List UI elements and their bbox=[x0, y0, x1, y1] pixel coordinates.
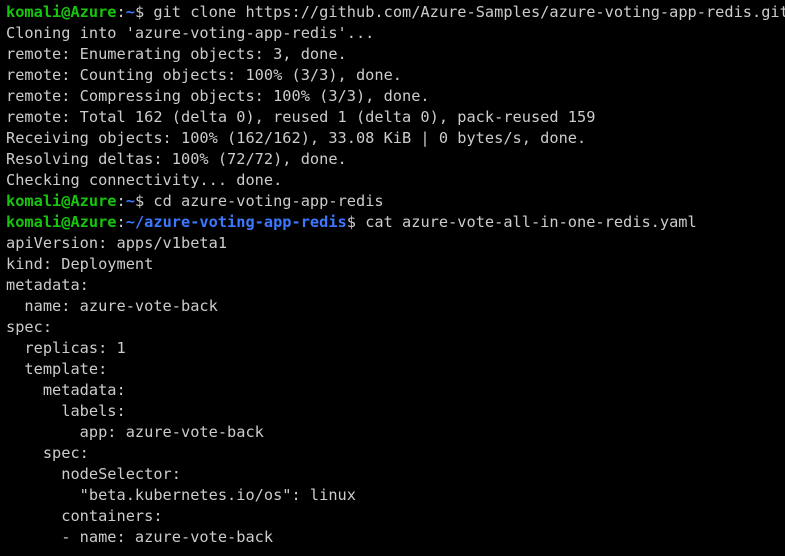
prompt-user-host: komali@Azure bbox=[6, 213, 117, 231]
prompt-user-host: komali@Azure bbox=[6, 3, 117, 21]
output-line: apiVersion: apps/v1beta1 bbox=[6, 233, 779, 254]
output-line: Checking connectivity... done. bbox=[6, 170, 779, 191]
output-line: remote: Compressing objects: 100% (3/3),… bbox=[6, 86, 779, 107]
output-line: Receiving objects: 100% (162/162), 33.08… bbox=[6, 128, 779, 149]
prompt-path: ~/azure-voting-app-redis bbox=[125, 213, 347, 231]
prompt-dollar: $ bbox=[134, 3, 154, 21]
terminal-window[interactable]: ' komali@Azure:~$ git clone https://gith… bbox=[0, 0, 785, 556]
output-line: Cloning into 'azure-voting-app-redis'... bbox=[6, 23, 779, 44]
output-line: nodeSelector: bbox=[6, 464, 779, 485]
output-text: remote: Counting objects: 100% (3/3), do… bbox=[6, 66, 403, 84]
output-text: kind: Deployment bbox=[6, 255, 154, 273]
output-line: app: azure-vote-back bbox=[6, 422, 779, 443]
output-text: containers: bbox=[6, 507, 163, 525]
output-line: spec: bbox=[6, 317, 779, 338]
output-text: app: azure-vote-back bbox=[6, 423, 264, 441]
prompt-separator: : bbox=[116, 3, 126, 21]
output-line: - name: azure-vote-back bbox=[6, 527, 779, 548]
output-text: Resolving deltas: 100% (72/72), done. bbox=[6, 150, 347, 168]
output-line: template: bbox=[6, 359, 779, 380]
output-line: spec: bbox=[6, 443, 779, 464]
output-line: replicas: 1 bbox=[6, 338, 779, 359]
output-text: template: bbox=[6, 360, 108, 378]
prompt-line: komali@Azure:~/azure-voting-app-redis$ c… bbox=[6, 212, 779, 233]
command-text: cd azure-voting-app-redis bbox=[153, 192, 384, 210]
output-text: remote: Total 162 (delta 0), reused 1 (d… bbox=[6, 108, 596, 126]
output-text: labels: bbox=[6, 402, 126, 420]
output-text: Receiving objects: 100% (162/162), 33.08… bbox=[6, 129, 587, 147]
output-line: remote: Total 162 (delta 0), reused 1 (d… bbox=[6, 107, 779, 128]
prompt-line: komali@Azure:~$ git clone https://github… bbox=[6, 2, 785, 23]
output-line: kind: Deployment bbox=[6, 254, 779, 275]
output-text: replicas: 1 bbox=[6, 339, 126, 357]
output-text: apiVersion: apps/v1beta1 bbox=[6, 234, 228, 252]
output-text: - name: azure-vote-back bbox=[6, 528, 274, 546]
output-line: metadata: bbox=[6, 275, 779, 296]
output-line: name: azure-vote-back bbox=[6, 296, 779, 317]
output-line: Resolving deltas: 100% (72/72), done. bbox=[6, 149, 779, 170]
output-line: labels: bbox=[6, 401, 779, 422]
output-text: remote: Enumerating objects: 3, done. bbox=[6, 45, 347, 63]
prompt-path: ~ bbox=[125, 192, 135, 210]
terminal-output[interactable]: komali@Azure:~$ git clone https://github… bbox=[6, 2, 785, 548]
prompt-user-host: komali@Azure bbox=[6, 192, 117, 210]
output-text: name: azure-vote-back bbox=[6, 297, 218, 315]
output-text: "beta.kubernetes.io/os": linux bbox=[6, 486, 356, 504]
output-text: spec: bbox=[6, 444, 89, 462]
prompt-dollar: $ bbox=[134, 192, 154, 210]
command-text: git clone https://github.com/Azure-Sampl… bbox=[153, 3, 785, 21]
output-text: remote: Compressing objects: 100% (3/3),… bbox=[6, 87, 430, 105]
output-line: containers: bbox=[6, 506, 779, 527]
output-line: metadata: bbox=[6, 380, 779, 401]
output-line: remote: Enumerating objects: 3, done. bbox=[6, 44, 779, 65]
prompt-line: komali@Azure:~$ cd azure-voting-app-redi… bbox=[6, 191, 779, 212]
output-text: metadata: bbox=[6, 381, 126, 399]
output-text: spec: bbox=[6, 318, 53, 336]
output-text: Cloning into 'azure-voting-app-redis'... bbox=[6, 24, 375, 42]
prompt-dollar: $ bbox=[346, 213, 366, 231]
output-line: remote: Counting objects: 100% (3/3), do… bbox=[6, 65, 779, 86]
prompt-separator: : bbox=[116, 213, 126, 231]
output-text: Checking connectivity... done. bbox=[6, 171, 283, 189]
output-text: metadata: bbox=[6, 276, 89, 294]
prompt-path: ~ bbox=[125, 3, 135, 21]
scrollbar-area bbox=[771, 512, 785, 556]
command-text: cat azure-vote-all-in-one-redis.yaml bbox=[365, 213, 697, 231]
output-line: "beta.kubernetes.io/os": linux bbox=[6, 485, 779, 506]
output-text: nodeSelector: bbox=[6, 465, 181, 483]
prompt-separator: : bbox=[116, 192, 126, 210]
